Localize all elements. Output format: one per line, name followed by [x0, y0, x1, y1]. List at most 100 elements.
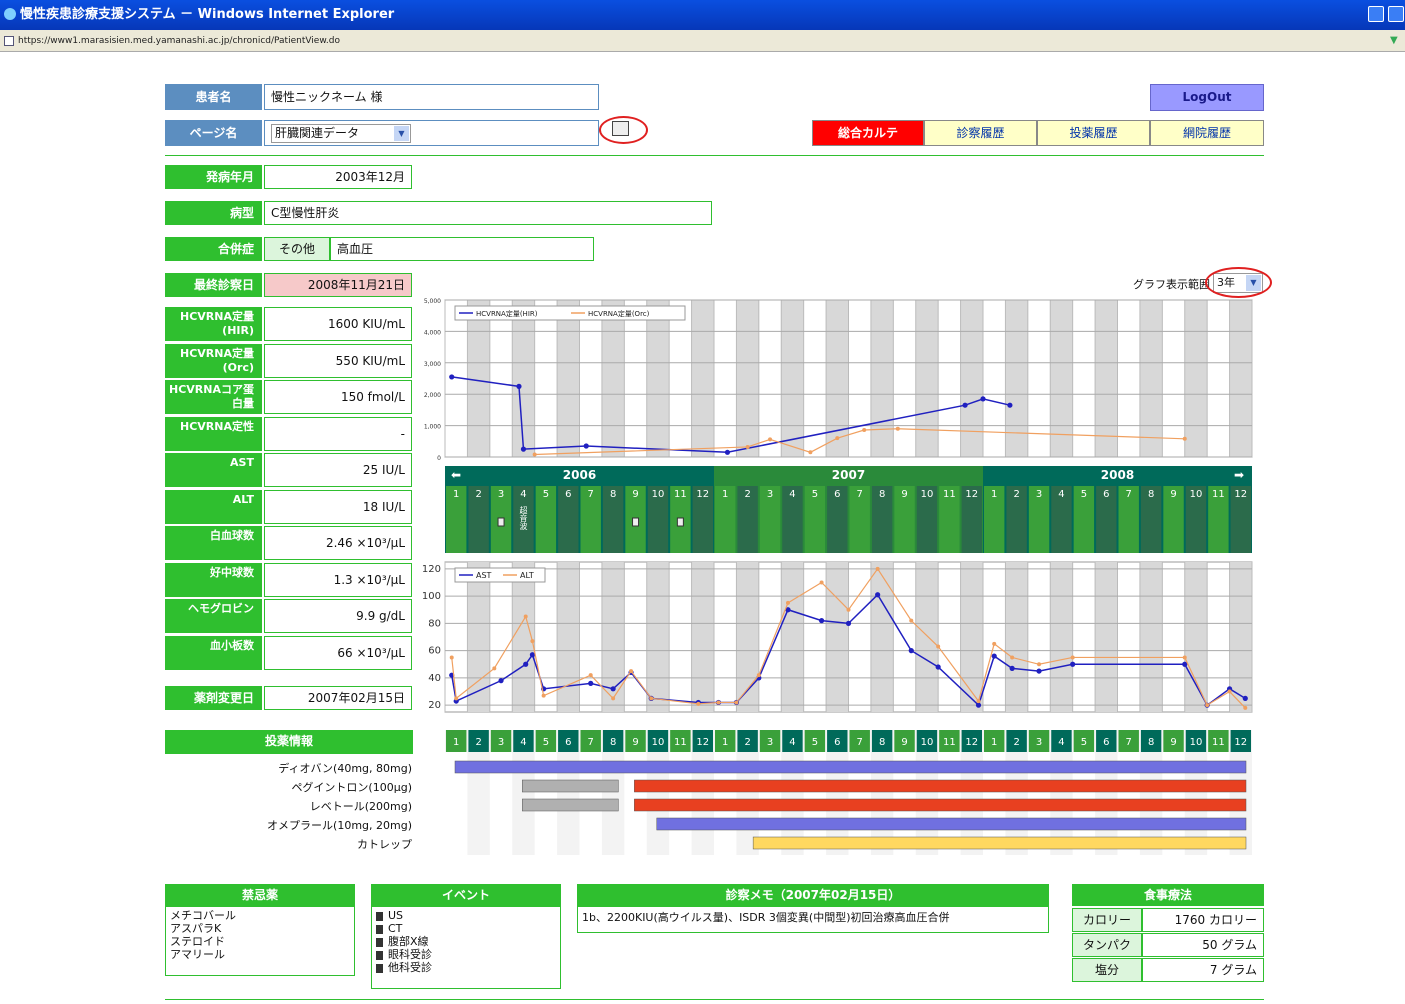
event-marker-icon [376, 950, 383, 960]
month-label: 3 [498, 737, 504, 748]
month-label: 12 [965, 737, 978, 748]
data-point [991, 653, 997, 659]
month-label: 12 [1234, 737, 1247, 748]
medication-bar [752, 836, 1247, 850]
month-label: 6 [1103, 737, 1109, 748]
chart-column-band [512, 300, 535, 457]
month-label: 7 [857, 489, 863, 500]
data-point [980, 396, 986, 402]
chart-column-band [1229, 300, 1252, 457]
chart-column-band [467, 562, 490, 712]
chart-column-band [557, 300, 580, 457]
events-list: US CT 腹部X線 眼科受診 他科受診 [371, 906, 561, 989]
data-point [1009, 665, 1015, 671]
medication-bar [522, 798, 619, 812]
arrow-right-icon: ➡ [1234, 468, 1244, 482]
data-point [976, 699, 981, 704]
month-label: 12 [965, 489, 978, 500]
month-label: 1 [991, 489, 997, 500]
data-point [1242, 695, 1248, 701]
month-label: 5 [812, 489, 818, 500]
event-item[interactable]: US [376, 909, 556, 922]
month-label: 11 [674, 737, 687, 748]
chart-column-band [870, 300, 894, 457]
month-label: 6 [1103, 489, 1109, 500]
month-label: 2 [744, 489, 750, 500]
data-point [909, 618, 914, 623]
chart-column-band [1095, 562, 1118, 712]
chart-column-band [1139, 562, 1163, 712]
event-marker-icon [376, 924, 383, 934]
month-label: 5 [1081, 489, 1087, 500]
data-point [532, 452, 537, 457]
data-point [895, 426, 900, 431]
data-point [541, 693, 546, 698]
month-label: 3 [498, 489, 504, 500]
diet-value: 1760 カロリー [1142, 908, 1264, 932]
chart-column-band [915, 562, 939, 712]
month-label: 10 [652, 489, 665, 500]
month-label: 6 [834, 489, 840, 500]
chart-column-band [870, 562, 894, 712]
month-label: 7 [588, 489, 594, 500]
medication-bar [656, 817, 1247, 831]
month-label: 2 [1013, 737, 1019, 748]
drug-name: ディオバン(40mg, 80mg) [278, 762, 412, 775]
event-item[interactable]: 腹部X線 [376, 935, 556, 948]
chart-column-band [1050, 562, 1073, 712]
month-label: 4 [520, 489, 526, 500]
warning-item: アマリール [170, 948, 225, 961]
data-point [835, 436, 840, 441]
month-label: 12 [696, 489, 709, 500]
y-tick-label: 5,000 [424, 298, 441, 305]
month-label: 10 [921, 737, 934, 748]
medication-bar [522, 779, 619, 793]
event-label: 他科受診 [388, 961, 432, 974]
data-point [588, 673, 593, 678]
data-point [583, 443, 589, 449]
event-item[interactable]: CT [376, 922, 556, 935]
warning-item: ステロイド [170, 935, 225, 948]
data-point [492, 666, 497, 671]
data-point [785, 600, 790, 605]
month-label: 8 [879, 737, 885, 748]
month-label: 2 [744, 737, 750, 748]
month-label: 6 [565, 737, 571, 748]
month-label: 1 [453, 737, 459, 748]
month-label: 5 [543, 489, 549, 500]
month-label: 8 [1148, 737, 1154, 748]
data-point [649, 696, 654, 701]
data-point [808, 450, 813, 455]
data-point [1243, 705, 1248, 710]
data-point [610, 686, 616, 692]
medication-bar [454, 760, 1247, 774]
month-label: 4 [1058, 737, 1064, 748]
event-label: US [388, 909, 404, 922]
month-label: 10 [921, 489, 934, 500]
month-label: 1 [722, 489, 728, 500]
y-tick-label: 100 [422, 591, 441, 602]
data-point [845, 620, 852, 626]
y-tick-label: 60 [428, 646, 441, 657]
drug-name: カトレップ [357, 838, 412, 851]
month-label: 4 [789, 737, 795, 748]
month-label: 4 [1058, 489, 1064, 500]
event-item[interactable]: 眼科受診 [376, 948, 556, 961]
data-point [724, 449, 731, 455]
data-point [962, 402, 968, 408]
month-label: 8 [610, 489, 616, 500]
event-marker-icon [676, 517, 684, 527]
chart-column-band [467, 300, 490, 457]
data-point [875, 592, 881, 598]
y-tick-label: 0 [437, 455, 441, 462]
data-point [862, 427, 867, 432]
data-point [756, 673, 761, 678]
data-point [520, 446, 527, 452]
month-label: 5 [1081, 737, 1087, 748]
event-item[interactable]: 他科受診 [376, 961, 556, 974]
month-label: 6 [565, 489, 571, 500]
diet-label: タンパク [1072, 933, 1142, 957]
chart-column-band [1095, 300, 1118, 457]
data-point [935, 664, 941, 670]
warning-item: メチコバール [170, 909, 236, 922]
